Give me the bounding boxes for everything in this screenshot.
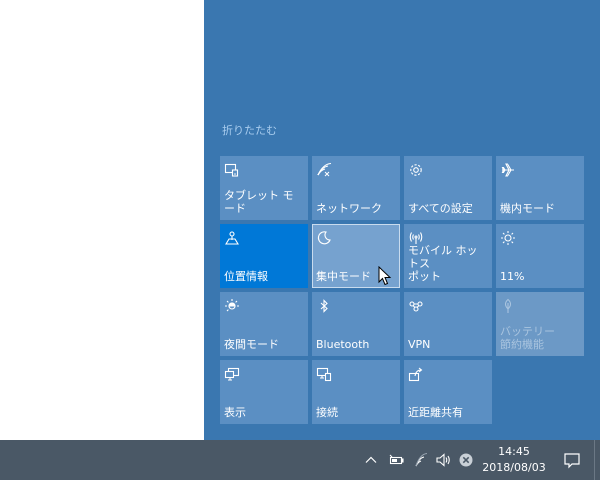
desktop-background xyxy=(0,0,204,440)
night-light-icon xyxy=(224,298,240,314)
location-icon xyxy=(224,230,240,246)
tablet-mode-icon xyxy=(224,162,240,178)
collapse-link[interactable]: 折りたたむ xyxy=(222,122,277,138)
tile-label: 近距離共有 xyxy=(408,406,463,419)
tile-label: 集中モード xyxy=(316,270,371,283)
settings-gear-icon xyxy=(408,162,424,178)
tile-label: VPN xyxy=(408,338,431,351)
bluetooth-icon xyxy=(316,298,332,314)
tile-label: タブレット モード xyxy=(224,189,294,215)
tile-all-settings[interactable]: すべての設定 xyxy=(404,156,492,220)
tile-brightness[interactable]: 11% xyxy=(496,224,584,288)
x-circle-icon[interactable] xyxy=(458,452,474,468)
show-desktop-button[interactable] xyxy=(594,440,600,480)
tile-airplane-mode[interactable]: 機内モード xyxy=(496,156,584,220)
tile-label: 夜間モード xyxy=(224,338,279,351)
clock-time: 14:45 xyxy=(498,445,530,458)
tile-label: モバイル ホットス ポット xyxy=(408,244,478,283)
quick-actions-grid: タブレット モード ネットワーク すべての設定 機内モード 位置情報 集中モード… xyxy=(220,156,584,424)
chevron-up-icon[interactable] xyxy=(363,452,379,468)
project-display-icon xyxy=(224,366,240,382)
battery-icon[interactable] xyxy=(388,452,404,468)
battery-saver-icon xyxy=(500,298,516,314)
clock-date: 2018/08/03 xyxy=(482,461,546,474)
nearby-share-icon xyxy=(408,366,424,382)
tile-label: Bluetooth xyxy=(316,338,370,351)
tile-label: バッテリー 節約機能 xyxy=(500,325,555,351)
connect-icon xyxy=(316,366,332,382)
volume-icon[interactable] xyxy=(435,452,451,468)
tile-focus-assist[interactable]: 集中モード xyxy=(312,224,400,288)
taskbar-clock[interactable]: 14:45 2018/08/03 xyxy=(476,444,552,476)
tile-tablet-mode[interactable]: タブレット モード xyxy=(220,156,308,220)
tile-label: 機内モード xyxy=(500,202,555,215)
taskbar: 14:45 2018/08/03 xyxy=(0,440,600,480)
tile-location[interactable]: 位置情報 xyxy=(220,224,308,288)
notification-icon xyxy=(564,453,580,469)
brightness-icon xyxy=(500,230,516,246)
tile-vpn[interactable]: VPN xyxy=(404,292,492,356)
wifi-icon[interactable] xyxy=(413,452,429,468)
tile-label: 11% xyxy=(500,270,525,283)
network-icon xyxy=(316,162,332,178)
tile-connect[interactable]: 接続 xyxy=(312,360,400,424)
tile-night-light[interactable]: 夜間モード xyxy=(220,292,308,356)
tile-label: 表示 xyxy=(224,406,246,419)
vpn-icon xyxy=(408,298,424,314)
tile-bluetooth[interactable]: Bluetooth xyxy=(312,292,400,356)
tile-nearby-share[interactable]: 近距離共有 xyxy=(404,360,492,424)
tile-mobile-hotspot[interactable]: モバイル ホットス ポット xyxy=(404,224,492,288)
tile-label: 接続 xyxy=(316,406,338,419)
tile-network[interactable]: ネットワーク xyxy=(312,156,400,220)
airplane-icon xyxy=(500,162,516,178)
tile-label: すべての設定 xyxy=(408,202,473,215)
action-center-button[interactable] xyxy=(552,440,592,480)
moon-icon xyxy=(316,230,332,246)
tile-label: ネットワーク xyxy=(316,202,382,215)
tile-project[interactable]: 表示 xyxy=(220,360,308,424)
tile-battery-saver[interactable]: バッテリー 節約機能 xyxy=(496,292,584,356)
action-center-panel: 折りたたむ タブレット モード ネットワーク すべての設定 機内モード 位置情報… xyxy=(204,0,600,440)
system-tray: 14:45 2018/08/03 xyxy=(0,440,600,480)
tile-label: 位置情報 xyxy=(224,270,268,283)
